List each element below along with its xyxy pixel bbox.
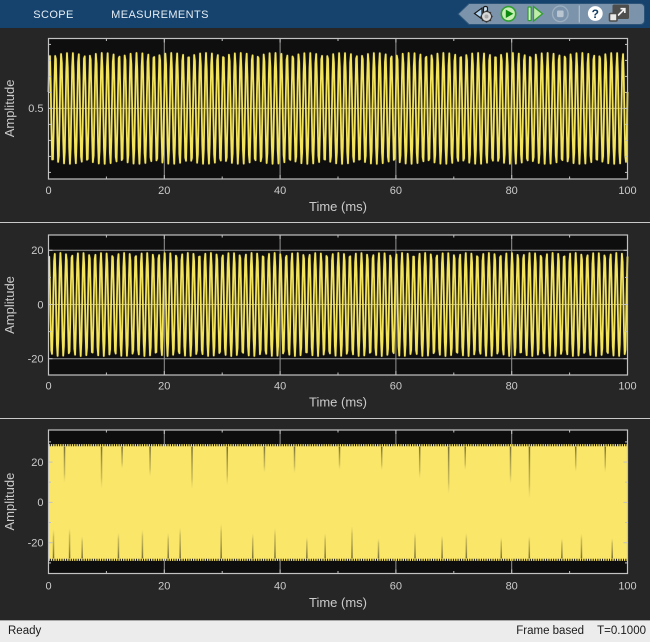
svg-text:40: 40 [274, 185, 286, 197]
svg-text:Amplitude: Amplitude [2, 473, 17, 531]
svg-text:60: 60 [390, 580, 402, 592]
svg-text:80: 80 [506, 580, 518, 592]
svg-text:?: ? [592, 7, 599, 21]
svg-text:80: 80 [506, 381, 518, 393]
svg-text:20: 20 [158, 185, 170, 197]
svg-text:40: 40 [274, 381, 286, 393]
svg-text:0: 0 [45, 185, 51, 197]
svg-text:Amplitude: Amplitude [2, 79, 17, 137]
svg-text:100: 100 [618, 381, 636, 393]
svg-text:60: 60 [390, 185, 402, 197]
svg-text:0: 0 [45, 381, 51, 393]
svg-text:0: 0 [45, 580, 51, 592]
svg-text:0.5: 0.5 [28, 103, 43, 115]
svg-text:SCOPE: SCOPE [33, 9, 74, 21]
svg-text:Amplitude: Amplitude [2, 276, 17, 334]
svg-text:40: 40 [274, 580, 286, 592]
svg-text:20: 20 [158, 381, 170, 393]
svg-text:20: 20 [158, 580, 170, 592]
svg-text:Time (ms): Time (ms) [309, 395, 367, 410]
svg-text:20: 20 [31, 245, 43, 257]
svg-text:0: 0 [37, 299, 43, 311]
svg-text:0: 0 [37, 497, 43, 509]
svg-text:20: 20 [31, 457, 43, 469]
svg-text:Time (ms): Time (ms) [309, 595, 367, 610]
svg-text:MEASUREMENTS: MEASUREMENTS [111, 9, 209, 21]
svg-text:100: 100 [618, 580, 636, 592]
svg-text:80: 80 [506, 185, 518, 197]
svg-text:60: 60 [390, 381, 402, 393]
svg-text:-20: -20 [28, 354, 44, 366]
svg-text:100: 100 [618, 185, 636, 197]
svg-text:Time (ms): Time (ms) [309, 199, 367, 214]
svg-text:-20: -20 [28, 537, 44, 549]
